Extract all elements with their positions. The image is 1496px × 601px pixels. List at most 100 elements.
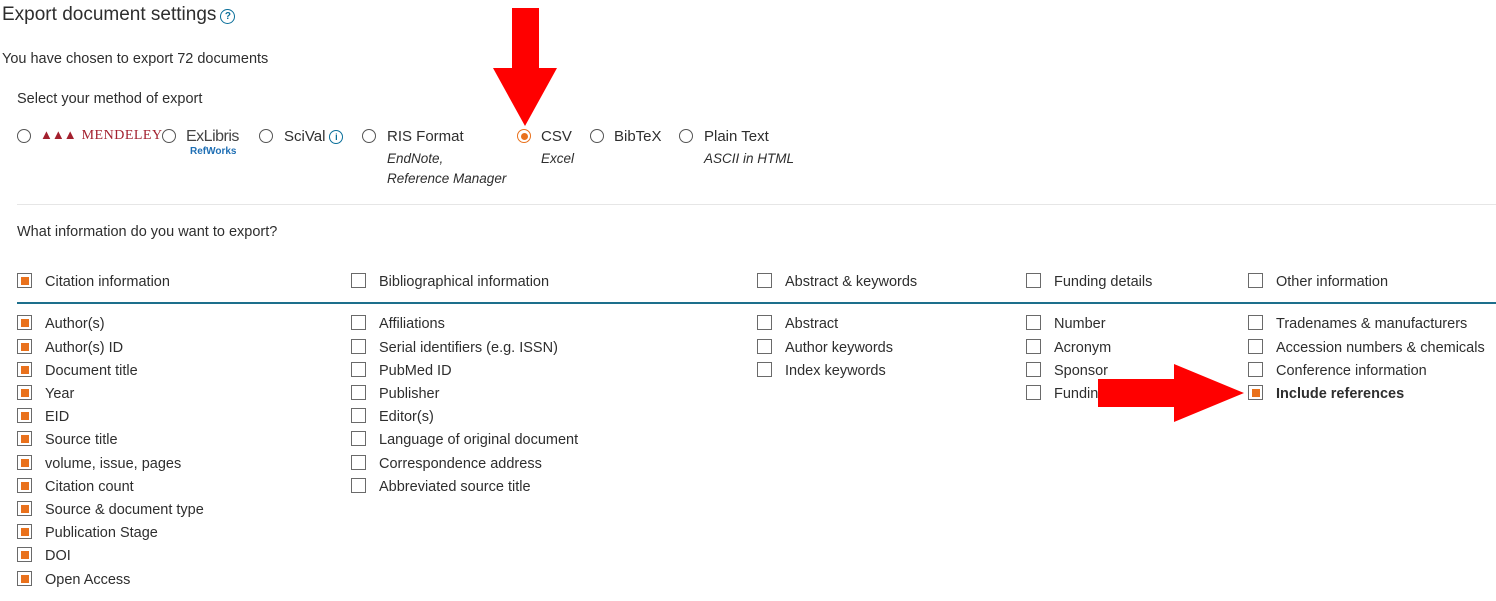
radio-refworks[interactable] xyxy=(162,129,176,143)
field-label[interactable]: Language of original document xyxy=(379,432,578,448)
csv-label[interactable]: CSV xyxy=(541,128,572,145)
checkbox-item[interactable] xyxy=(1026,362,1041,377)
radio-bibtex[interactable] xyxy=(590,129,604,143)
field-label[interactable]: Year xyxy=(45,386,74,402)
mendeley-icon: ▲▲▲ xyxy=(40,127,77,142)
checkbox-item[interactable] xyxy=(1248,339,1263,354)
checkbox-item[interactable] xyxy=(1248,385,1263,400)
checkbox-item[interactable] xyxy=(757,315,772,330)
header-abstract-keywords[interactable]: Abstract & keywords xyxy=(785,274,917,290)
field-label[interactable]: Source title xyxy=(45,432,118,448)
ris-label[interactable]: RIS Format xyxy=(387,128,464,145)
checkbox-item[interactable] xyxy=(351,431,366,446)
field-label[interactable]: PubMed ID xyxy=(379,363,452,379)
bibtex-label[interactable]: BibTeX xyxy=(614,128,662,145)
checkbox-item[interactable] xyxy=(1248,362,1263,377)
checkbox-funding-details[interactable] xyxy=(1026,273,1041,288)
field-label[interactable]: DOI xyxy=(45,548,71,564)
field-label[interactable]: Affiliations xyxy=(379,316,445,332)
export-count-text: You have chosen to export 72 documents xyxy=(2,51,269,67)
field-label[interactable]: Author(s) xyxy=(45,316,105,332)
checkbox-item[interactable] xyxy=(17,362,32,377)
question-circle-icon[interactable]: ? xyxy=(220,9,236,24)
header-other-information[interactable]: Other information xyxy=(1276,274,1388,290)
field-label[interactable]: Publication Stage xyxy=(45,525,158,541)
field-label[interactable]: Document title xyxy=(45,363,138,379)
scival-option[interactable]: SciVal i xyxy=(284,128,344,145)
field-label[interactable]: Index keywords xyxy=(785,363,886,379)
checkbox-item[interactable] xyxy=(17,455,32,470)
checkbox-item[interactable] xyxy=(351,339,366,354)
checkbox-item[interactable] xyxy=(1026,339,1041,354)
info-heading: What information do you want to export? xyxy=(17,224,278,240)
red-left-arrow-icon xyxy=(1098,364,1244,422)
checkbox-item[interactable] xyxy=(17,524,32,539)
section-divider xyxy=(17,204,1496,205)
field-label[interactable]: Conference information xyxy=(1276,363,1427,379)
checkbox-item[interactable] xyxy=(1026,315,1041,330)
info-icon[interactable]: i xyxy=(329,130,344,144)
checkbox-bibliographical-information[interactable] xyxy=(351,273,366,288)
field-label[interactable]: Include references xyxy=(1276,386,1404,402)
field-label[interactable]: Correspondence address xyxy=(379,456,542,472)
checkbox-other-information[interactable] xyxy=(1248,273,1263,288)
radio-csv[interactable] xyxy=(517,129,531,143)
field-label[interactable]: Publisher xyxy=(379,386,439,402)
header-citation-information[interactable]: Citation information xyxy=(45,274,170,290)
scival-label: SciVal xyxy=(284,128,326,145)
checkbox-item[interactable] xyxy=(757,362,772,377)
checkbox-item[interactable] xyxy=(17,339,32,354)
checkbox-item[interactable] xyxy=(351,362,366,377)
field-label[interactable]: Abbreviated source title xyxy=(379,479,531,495)
field-label[interactable]: Acronym xyxy=(1054,340,1111,356)
field-label[interactable]: Fundin xyxy=(1054,386,1098,402)
checkbox-item[interactable] xyxy=(351,455,366,470)
header-divider xyxy=(17,302,1496,304)
checkbox-citation-information[interactable] xyxy=(17,273,32,288)
field-label[interactable]: Number xyxy=(1054,316,1106,332)
radio-scival[interactable] xyxy=(259,129,273,143)
radio-mendeley[interactable] xyxy=(17,129,31,143)
field-label[interactable]: Abstract xyxy=(785,316,838,332)
checkbox-item[interactable] xyxy=(1026,385,1041,400)
checkbox-item[interactable] xyxy=(351,408,366,423)
field-label[interactable]: Author(s) ID xyxy=(45,340,123,356)
checkbox-item[interactable] xyxy=(17,385,32,400)
checkbox-item[interactable] xyxy=(757,339,772,354)
header-funding-details[interactable]: Funding details xyxy=(1054,274,1152,290)
ris-subline-1: EndNote, xyxy=(387,151,444,166)
exlibris-logo[interactable]: ExLibris xyxy=(186,128,239,146)
radio-plain-text[interactable] xyxy=(679,129,693,143)
checkbox-item[interactable] xyxy=(351,315,366,330)
checkbox-item[interactable] xyxy=(351,478,366,493)
checkbox-item[interactable] xyxy=(17,547,32,562)
refworks-label: RefWorks xyxy=(190,146,237,157)
checkbox-abstract-keywords[interactable] xyxy=(757,273,772,288)
field-label[interactable]: Editor(s) xyxy=(379,409,434,425)
checkbox-item[interactable] xyxy=(17,315,32,330)
header-bibliographical-information[interactable]: Bibliographical information xyxy=(379,274,549,290)
field-label[interactable]: Accession numbers & chemicals xyxy=(1276,340,1485,356)
field-label[interactable]: Open Access xyxy=(45,572,130,588)
field-label[interactable]: Author keywords xyxy=(785,340,893,356)
method-heading: Select your method of export xyxy=(17,91,203,107)
radio-ris[interactable] xyxy=(362,129,376,143)
checkbox-item[interactable] xyxy=(351,385,366,400)
field-label[interactable]: Source & document type xyxy=(45,502,204,518)
checkbox-item[interactable] xyxy=(17,571,32,586)
field-label[interactable]: EID xyxy=(45,409,69,425)
page-title: Export document settings? xyxy=(2,4,236,26)
checkbox-item[interactable] xyxy=(17,431,32,446)
checkbox-item[interactable] xyxy=(1248,315,1263,330)
ris-subline-2: Reference Manager xyxy=(387,171,507,186)
red-down-arrow-icon xyxy=(493,8,557,126)
checkbox-item[interactable] xyxy=(17,408,32,423)
field-label[interactable]: volume, issue, pages xyxy=(45,456,181,472)
field-label[interactable]: Serial identifiers (e.g. ISSN) xyxy=(379,340,558,356)
plain-text-label[interactable]: Plain Text xyxy=(704,128,769,145)
checkbox-item[interactable] xyxy=(17,501,32,516)
field-label[interactable]: Tradenames & manufacturers xyxy=(1276,316,1467,332)
checkbox-item[interactable] xyxy=(17,478,32,493)
mendeley-logo[interactable]: ▲▲▲ MENDELEY xyxy=(40,127,163,144)
field-label[interactable]: Citation count xyxy=(45,479,134,495)
